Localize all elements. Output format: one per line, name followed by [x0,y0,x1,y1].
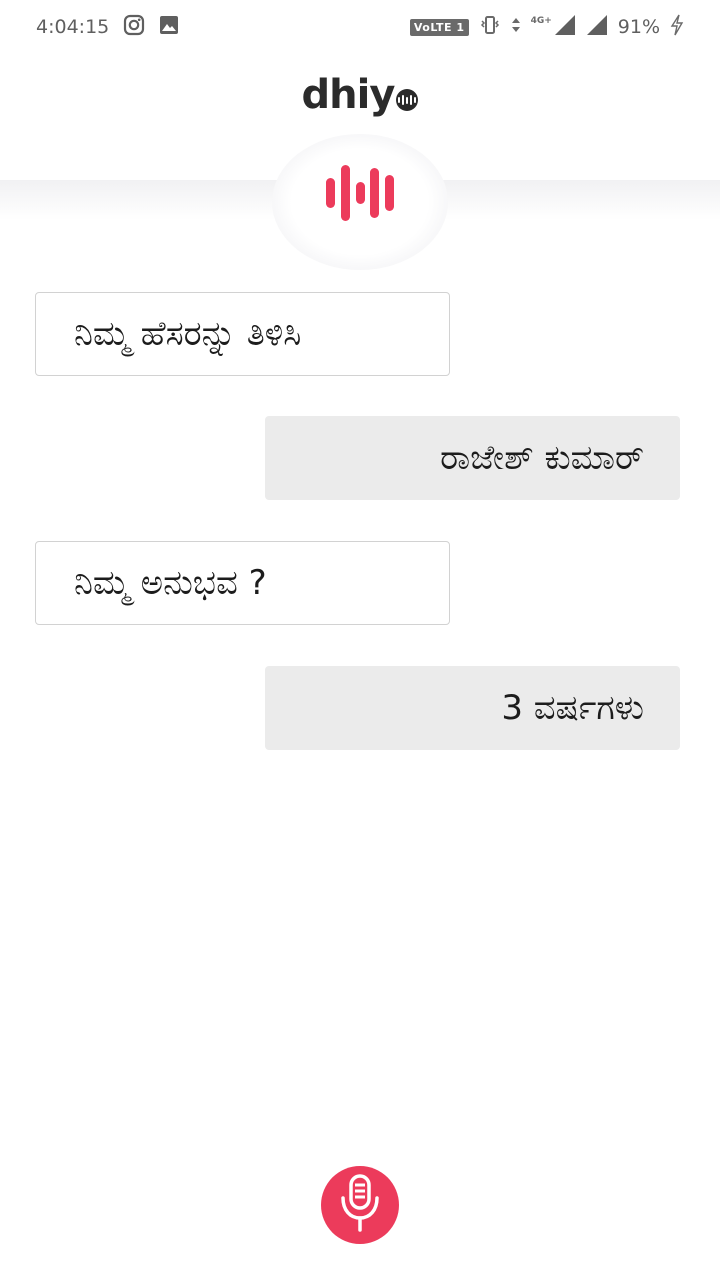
answer-text: ರಾಜೇಶ್ ಕುಮಾರ್ [440,438,644,478]
app-logo: dhiy [0,72,720,118]
status-time: 4:04:15 [36,16,110,38]
signal-icon [586,14,608,41]
app-screen: 4:04:15 VoLTE 1 4G+ 91% dhiy ನಿಮ್ಮ ಹೆಸರನ… [0,0,720,1280]
logo-text: dhiy [301,72,396,118]
logo-waveform-icon [396,89,419,111]
answer-text: 3 ವರ್ಷಗಳು [501,688,644,728]
answer-bubble: ರಾಜೇಶ್ ಕುಮಾರ್ [265,416,680,500]
network-type-label: 4G+ [530,16,552,26]
waveform-icon [326,164,394,222]
microphone-icon [336,1172,384,1238]
microphone-button[interactable] [321,1166,399,1244]
instagram-icon [123,14,145,41]
question-bubble: ನಿಮ್ಮ ಹೆಸರನ್ನು ತಿಳಿಸಿ [35,292,450,376]
charging-icon [670,14,684,41]
signal-icon [554,14,576,41]
question-text: ನಿಮ್ಮ ಅನುಭವ ? [74,563,267,603]
gallery-icon [159,15,179,40]
status-bar: 4:04:15 VoLTE 1 4G+ 91% [0,0,720,54]
question-text: ನಿಮ್ಮ ಹೆಸರನ್ನು ತಿಳಿಸಿ [74,314,302,354]
vibrate-icon [479,14,501,41]
data-arrows-icon [511,16,521,39]
battery-percent: 91% [617,16,660,38]
answer-bubble: 3 ವರ್ಷಗಳು [265,666,680,750]
question-bubble: ನಿಮ್ಮ ಅನುಭವ ? [35,541,450,625]
volte-badge: VoLTE 1 [409,18,469,36]
